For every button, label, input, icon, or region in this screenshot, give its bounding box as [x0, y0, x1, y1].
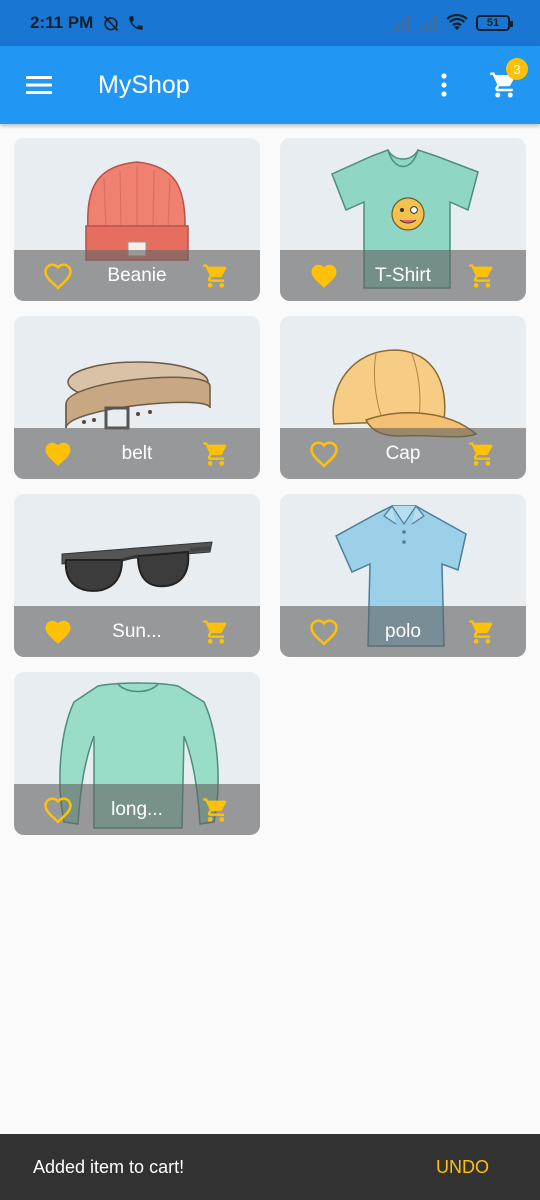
heart-outline-icon: [44, 262, 72, 290]
product-card[interactable]: T-Shirt: [280, 138, 526, 301]
card-footer: Beanie: [14, 250, 260, 301]
shopping-cart-icon: [203, 619, 227, 644]
product-card[interactable]: polo: [280, 494, 526, 657]
product-card[interactable]: belt: [14, 316, 260, 479]
wifi-icon: [446, 14, 468, 31]
add-to-cart-button[interactable]: [172, 428, 260, 479]
shopping-cart-icon: [469, 619, 493, 644]
cart-count-badge: 3: [506, 58, 528, 80]
favorite-button[interactable]: [14, 250, 102, 301]
card-footer: polo: [280, 606, 526, 657]
favorite-button[interactable]: [280, 606, 368, 657]
heart-filled-icon: [45, 442, 71, 466]
shopping-cart-icon: [203, 263, 227, 288]
add-to-cart-button[interactable]: [172, 606, 260, 657]
shopping-cart-icon: [469, 263, 493, 288]
product-card[interactable]: Beanie: [14, 138, 260, 301]
shopping-cart-icon: [203, 797, 227, 822]
shopping-cart-icon: [203, 441, 227, 466]
favorite-button[interactable]: [14, 784, 102, 835]
status-time: 2:11 PM: [30, 13, 94, 32]
app-bar: MyShop 3: [0, 46, 540, 124]
alarm-off-icon: [104, 15, 119, 32]
add-to-cart-button[interactable]: [438, 428, 526, 479]
snackbar-message: Added item to cart!: [33, 1156, 185, 1177]
signal-icon: [419, 16, 437, 31]
menu-button[interactable]: [0, 46, 78, 124]
app-title: MyShop: [98, 70, 190, 99]
signal-icon: [391, 16, 409, 31]
card-footer: belt: [14, 428, 260, 479]
status-right-icons: 51: [390, 14, 513, 32]
heart-filled-icon: [311, 264, 337, 288]
product-name: Beanie: [107, 264, 167, 286]
product-name: polo: [385, 620, 421, 642]
add-to-cart-button[interactable]: [438, 606, 526, 657]
add-to-cart-button[interactable]: [438, 250, 526, 301]
product-name: Cap: [385, 442, 421, 464]
product-card[interactable]: long...: [14, 672, 260, 835]
card-footer: Sun...: [14, 606, 260, 657]
card-footer: Cap: [280, 428, 526, 479]
add-to-cart-button[interactable]: [172, 784, 260, 835]
battery-icon: 51: [476, 15, 513, 31]
phone-icon: [129, 16, 144, 30]
more-vert-icon: [441, 73, 447, 97]
heart-outline-icon: [44, 796, 72, 824]
product-name: Sun...: [112, 620, 162, 642]
shopping-cart-icon: [469, 441, 493, 466]
product-name: long...: [111, 798, 163, 820]
product-grid: Beanie T-Shirt belt Cap Sun... polo long…: [14, 138, 526, 835]
favorite-button[interactable]: [14, 606, 102, 657]
card-footer: long...: [14, 784, 260, 835]
product-name: T-Shirt: [375, 264, 431, 286]
add-to-cart-button[interactable]: [172, 250, 260, 301]
favorite-button[interactable]: [14, 428, 102, 479]
favorite-button[interactable]: [280, 428, 368, 479]
status-bar: 2:11 PM 51: [0, 0, 540, 46]
snackbar: Added item to cart! UNDO: [0, 1134, 540, 1200]
product-name: belt: [121, 442, 153, 464]
heart-outline-icon: [310, 440, 338, 468]
more-options-button[interactable]: [420, 46, 468, 124]
card-footer: T-Shirt: [280, 250, 526, 301]
hamburger-menu-icon: [26, 76, 52, 94]
heart-outline-icon: [310, 618, 338, 646]
cart-button[interactable]: 3: [468, 46, 540, 124]
status-left-icons: [101, 13, 145, 33]
product-card[interactable]: Cap: [280, 316, 526, 479]
undo-button[interactable]: UNDO: [436, 1157, 489, 1178]
product-card[interactable]: Sun...: [14, 494, 260, 657]
heart-filled-icon: [45, 620, 71, 644]
favorite-button[interactable]: [280, 250, 368, 301]
